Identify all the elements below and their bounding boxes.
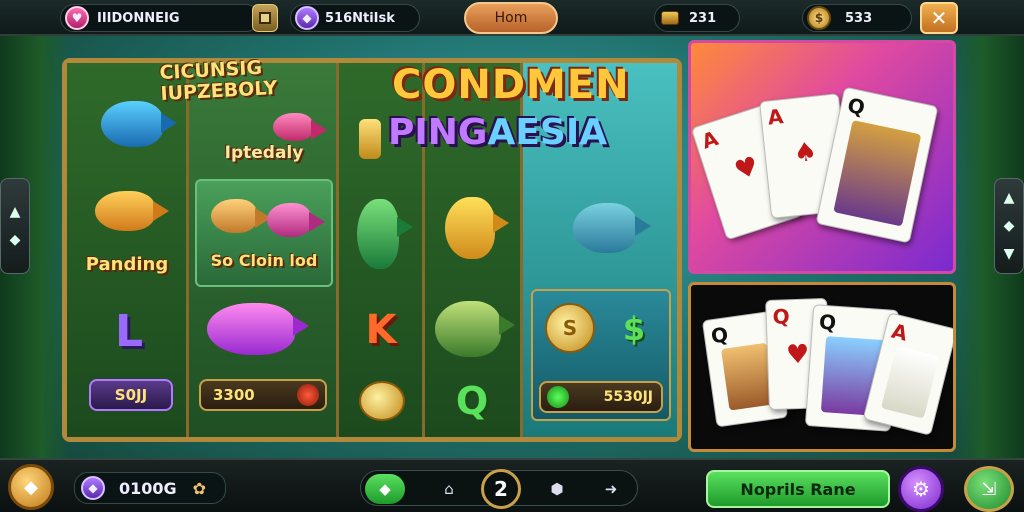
purple-gem-icon: ◆ — [81, 476, 105, 500]
game-title-line2: PINGAESIA — [388, 112, 607, 153]
player-name: IIIDONNEIG — [97, 10, 180, 26]
arrow-left-icon[interactable]: ◆ — [10, 232, 21, 248]
coins-value: 231 — [689, 10, 717, 26]
card-game-panel-bottom[interactable]: Q Q ♥ Q A — [688, 282, 956, 452]
box-icon[interactable] — [252, 4, 278, 32]
nav-home-button[interactable]: ◆ — [365, 474, 405, 504]
heart-badge-icon: ♥ — [65, 6, 89, 30]
purple-fish-symbol[interactable] — [207, 303, 309, 355]
game-title-line2-part-b: AESIA — [487, 112, 608, 153]
red-gem-icon — [297, 384, 319, 406]
gold-counter[interactable]: $ 533 — [802, 4, 912, 32]
page-number[interactable]: 2 — [481, 469, 521, 509]
box-glyph — [259, 12, 271, 24]
close-button[interactable]: ✕ — [920, 2, 958, 34]
card-suit: ♥ — [730, 151, 763, 187]
play-now-button[interactable]: Noprils Rane — [706, 470, 890, 508]
middle-value-chip[interactable]: 3300 — [199, 379, 327, 411]
card-suit: ♠ — [792, 136, 819, 170]
scroll-symbol[interactable] — [359, 119, 381, 159]
jackpot-tile[interactable]: S $ 5530JJ — [531, 289, 671, 421]
player-profile[interactable]: ♥ IIIDONNEIG — [60, 4, 260, 32]
gold-coin-icon: $ — [807, 6, 831, 30]
green-gem-icon — [547, 386, 569, 408]
green-fish-symbol[interactable] — [357, 199, 413, 269]
gem-icon: ◆ — [295, 6, 319, 30]
right-side-nav[interactable]: ▲ ◆ ▼ — [994, 178, 1024, 274]
card-rank: A — [889, 318, 910, 346]
nav-box-button[interactable]: ⬢ — [537, 474, 577, 504]
exit-door-icon[interactable]: ⇲ — [964, 466, 1014, 512]
game-title-line1: CONDMEN — [392, 62, 630, 108]
home-button[interactable]: Hom — [464, 2, 558, 34]
gem-label: 516NtiIsk — [325, 10, 395, 26]
bonus-tile[interactable]: So Cloin lod — [195, 179, 333, 287]
teal-fish-symbol[interactable] — [573, 203, 651, 253]
right-chip-value: 5530JJ — [603, 389, 653, 405]
card-portrait-art — [833, 119, 922, 227]
arrow-up-icon[interactable]: ▲ — [10, 204, 21, 220]
blue-fish-symbol[interactable] — [101, 101, 177, 147]
arrow-up-icon[interactable]: ▲ — [1004, 190, 1015, 206]
arrow-right-icon[interactable]: ◆ — [1004, 218, 1015, 234]
gold-coin-icon: S — [545, 303, 595, 353]
right-value-chip[interactable]: 5530JJ — [539, 381, 663, 413]
yellow-fish-symbol[interactable] — [445, 197, 509, 259]
card-rank: Q — [845, 92, 868, 120]
left-side-nav[interactable]: ▲ ◆ — [0, 178, 30, 274]
card-game-panel-top[interactable]: A ♥ A ♠ Q — [688, 40, 956, 274]
arrow-down-icon[interactable]: ▼ — [1004, 246, 1015, 262]
top-bar: ♥ IIIDONNEIG ◆ 516NtiIsk Hom 231 $ 533 ✕ — [0, 0, 1024, 36]
balance-value: 0100G — [119, 478, 177, 498]
character-icon: ✿ — [192, 478, 207, 498]
magenta-fish-symbol — [267, 203, 325, 237]
reel-1: Panding L S0JJ — [67, 63, 189, 437]
card-suit: ♥ — [785, 339, 810, 371]
coins-counter[interactable]: 231 — [654, 4, 740, 32]
symbol-l[interactable]: L — [101, 303, 157, 359]
promo-heading: CICUNSIG IUPZEBOLY — [159, 57, 278, 105]
symbol-k[interactable]: K — [353, 305, 409, 355]
gold-value: 533 — [845, 10, 873, 26]
menu-diamond-button[interactable]: ◆ — [8, 464, 54, 510]
nav-next-arrow-icon[interactable]: ➜ — [591, 474, 631, 504]
nav-back-button[interactable]: ⌂ — [429, 474, 469, 504]
settings-gear-icon[interactable]: ⚙ — [898, 466, 944, 512]
pending-label: Panding — [85, 253, 169, 275]
card-rank: A — [698, 126, 722, 154]
chest-icon — [661, 11, 679, 25]
game-title-line2-part-a: PING — [388, 112, 488, 153]
symbol-q[interactable]: Q — [447, 379, 497, 423]
gem-counter[interactable]: ◆ 516NtiIsk — [290, 4, 420, 32]
card-rank: Q — [709, 322, 730, 349]
balance-display: ◆ 0100G ✿ — [74, 472, 226, 504]
promo-subtitle: Iptedaly — [224, 143, 304, 163]
middle-chip-value: 3300 — [213, 386, 255, 404]
bass-fish-symbol[interactable] — [435, 301, 515, 357]
card-rank: A — [766, 104, 785, 130]
bonus-label: So Cloin lod — [210, 250, 318, 270]
page-navigation: ◆ ⌂ 2 ⬢ ➜ — [360, 469, 638, 509]
gold-fish-symbol[interactable] — [95, 191, 169, 231]
card-rank: Q — [818, 309, 837, 335]
bottom-bar: ◆ ◆ 0100G ✿ ◆ ⌂ 2 ⬢ ➜ Noprils Rane ⚙ ⇲ — [0, 458, 1024, 512]
card-rank: Q — [772, 304, 791, 329]
coin-stack-symbol[interactable] — [359, 381, 405, 421]
pink-fish-symbol[interactable] — [273, 113, 327, 141]
reel-2: Iptedaly So Cloin lod 3300 — [189, 63, 339, 437]
orange-fish-symbol — [211, 199, 271, 233]
card-portrait-art — [880, 345, 940, 419]
left-value-chip[interactable]: S0JJ — [89, 379, 173, 411]
dollar-symbol: $ — [622, 310, 646, 348]
